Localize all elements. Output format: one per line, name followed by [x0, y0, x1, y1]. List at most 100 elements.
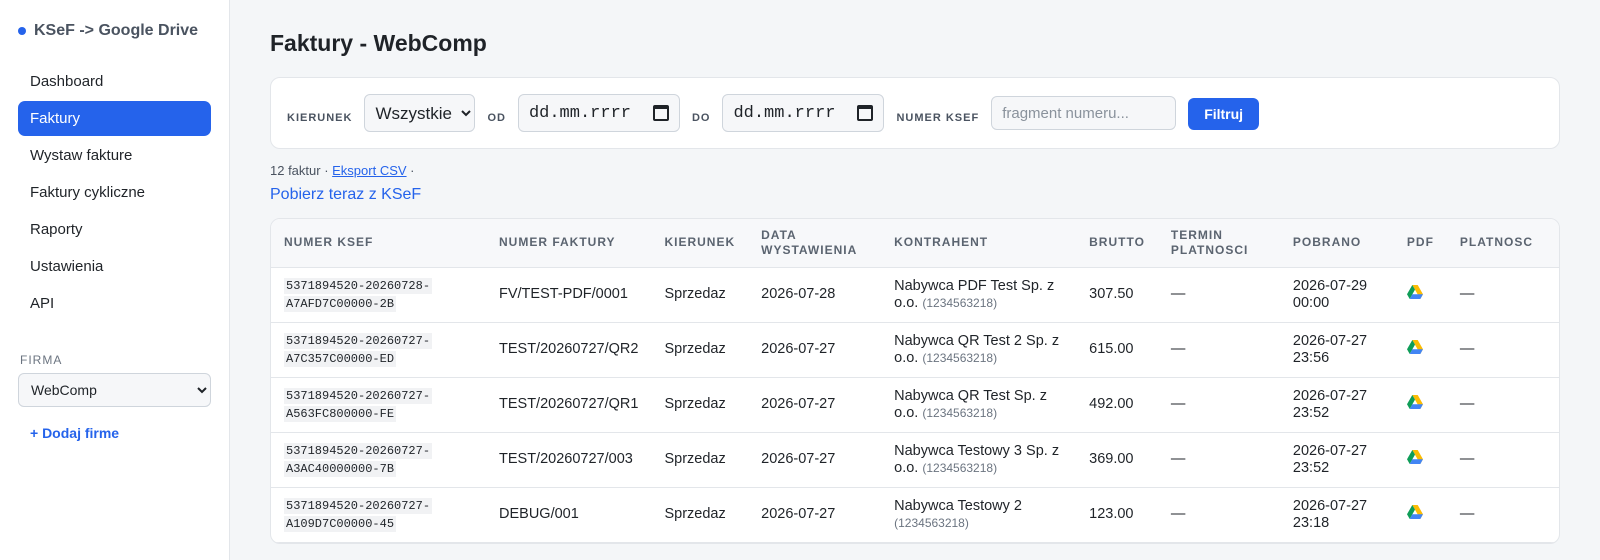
ksef-number-input[interactable]: [991, 96, 1177, 130]
fetched-time: 23:52: [1292, 459, 1330, 476]
google-drive-icon[interactable]: [1406, 285, 1423, 304]
payment-cell: —: [1446, 487, 1559, 543]
invoice-number-cell: FV/TEST-PDF/0001: [486, 267, 652, 323]
fetched-date: 2026-07-29: [1292, 277, 1368, 294]
invoice-number-cell: TEST/20260727/QR1: [486, 377, 652, 433]
ksef-number-a: 5371894520-20260727-: [284, 387, 433, 404]
column-header[interactable]: KIERUNEK: [651, 219, 749, 268]
table-row[interactable]: 5371894520-20260727- A109D7C00000-45 DEBU…: [271, 487, 1559, 543]
issue-date-cell: 2026-07-27: [748, 432, 882, 488]
pdf-cell: [1393, 487, 1447, 543]
invoice-number-cell: TEST/20260727/QR2: [486, 322, 652, 378]
invoice-number-cell: DEBUG/001: [486, 487, 652, 543]
google-drive-icon[interactable]: [1406, 450, 1423, 469]
column-header[interactable]: PDF: [1393, 219, 1447, 268]
ksef-number-a: 5371894520-20260728-: [284, 277, 433, 294]
direction-cell: Sprzedaz: [651, 322, 749, 378]
google-drive-icon[interactable]: [1406, 395, 1423, 414]
ksef-number-a: 5371894520-20260727-: [284, 332, 433, 349]
brand-title: KSeF -> Google Drive: [34, 22, 199, 39]
fetched-cell: 2026-07-27 23:56: [1279, 322, 1394, 378]
calendar-icon[interactable]: [652, 105, 669, 121]
brand-dot-icon: [18, 27, 26, 35]
ksef-number-b: A109D7C00000-45: [284, 515, 397, 532]
column-header[interactable]: POBRANO: [1279, 219, 1394, 268]
ksef-number-cell[interactable]: 5371894520-20260727- A109D7C00000-45: [271, 487, 486, 543]
ksef-number-cell[interactable]: 5371894520-20260727- A3AC40000000-7B: [271, 432, 486, 488]
gross-cell: 307.50: [1076, 267, 1158, 323]
fetched-time: 00:00: [1292, 294, 1330, 311]
column-header[interactable]: DATA WYSTAWIENIA: [748, 219, 882, 268]
export-csv-link[interactable]: Eksport CSV: [332, 163, 406, 178]
fetch-from-ksef-link[interactable]: Pobierz teraz z KSeF: [270, 186, 1560, 204]
table-row[interactable]: 5371894520-20260728- A7AFD7C00000-2B FV/T…: [271, 267, 1559, 323]
invoice-table: NUMER KSEF NUMER FAKTURY KIERUNEK DATA W…: [270, 218, 1560, 544]
fetched-date: 2026-07-27: [1292, 332, 1368, 349]
fetched-date: 2026-07-27: [1292, 387, 1368, 404]
payment-cell: —: [1446, 267, 1559, 323]
column-header[interactable]: BRUTTO: [1076, 219, 1158, 268]
contractor-cell: Nabywca Testowy 2 (1234563218): [881, 487, 1077, 543]
date-to-input[interactable]: dd.mm.rrrr: [722, 94, 885, 132]
calendar-icon[interactable]: [857, 105, 874, 121]
table-row[interactable]: 5371894520-20260727- A563FC800000-FE TEST…: [271, 377, 1559, 433]
due-date-cell: —: [1157, 377, 1280, 433]
column-header[interactable]: TERMIN PLATNOSCI: [1157, 219, 1280, 268]
issue-date-cell: 2026-07-28: [748, 267, 882, 323]
invoice-number-cell: TEST/20260727/003: [486, 432, 652, 488]
sidebar-item-raporty[interactable]: Raporty: [18, 212, 211, 247]
sidebar-item-wystaw-fakture[interactable]: Wystaw fakture: [18, 138, 211, 173]
date-from-input[interactable]: dd.mm.rrrr: [517, 94, 680, 132]
filter-bar: KIERUNEK Wszystkie OD dd.mm.rrrr DO dd.m…: [270, 77, 1560, 149]
gross-cell: 123.00: [1076, 487, 1158, 543]
contractor-nip: (1234563218): [922, 350, 998, 365]
ksef-number-b: A3AC40000000-7B: [284, 460, 397, 477]
contractor-nip: (1234563218): [922, 295, 998, 310]
gross-cell: 615.00: [1076, 322, 1158, 378]
direction-cell: Sprzedaz: [651, 432, 749, 488]
payment-cell: —: [1446, 432, 1559, 488]
fetched-cell: 2026-07-27 23:18: [1279, 487, 1394, 543]
direction-select[interactable]: Wszystkie: [364, 94, 476, 132]
ksef-number-cell[interactable]: 5371894520-20260727- A7C357C00000-ED: [271, 322, 486, 378]
fetched-time: 23:56: [1292, 349, 1330, 366]
sidebar-item-ustawienia[interactable]: Ustawienia: [18, 249, 211, 284]
contractor-cell: Nabywca QR Test Sp. z o.o. (1234563218): [881, 377, 1077, 433]
direction-cell: Sprzedaz: [651, 267, 749, 323]
results-summary: 12 faktur · Eksport CSV ·: [270, 163, 1560, 178]
ksef-number-label: NUMER KSEF: [896, 112, 980, 124]
date-to-value: dd.mm.rrrr: [733, 103, 836, 123]
column-header[interactable]: NUMER KSEF: [271, 219, 486, 268]
google-drive-icon[interactable]: [1406, 505, 1423, 524]
column-header[interactable]: NUMER FAKTURY: [486, 219, 652, 268]
contractor-cell: Nabywca QR Test 2 Sp. z o.o. (1234563218…: [881, 322, 1077, 378]
sidebar-item-faktury-cykliczne[interactable]: Faktury cykliczne: [18, 175, 211, 210]
date-from-label: OD: [487, 112, 506, 124]
issue-date-cell: 2026-07-27: [748, 377, 882, 433]
main-content: Faktury - WebComp KIERUNEK Wszystkie OD …: [230, 0, 1600, 560]
fetched-cell: 2026-07-29 00:00: [1279, 267, 1394, 323]
due-date-cell: —: [1157, 432, 1280, 488]
ksef-number-cell[interactable]: 5371894520-20260728- A7AFD7C00000-2B: [271, 267, 486, 323]
contractor-cell: Nabywca Testowy 3 Sp. z o.o. (1234563218…: [881, 432, 1077, 488]
summary-separator: ·: [406, 163, 415, 178]
date-from-value: dd.mm.rrrr: [528, 103, 631, 123]
google-drive-icon[interactable]: [1406, 340, 1423, 359]
table-row[interactable]: 5371894520-20260727- A7C357C00000-ED TEST…: [271, 322, 1559, 378]
firm-label: FIRMA: [20, 353, 63, 367]
table-row[interactable]: 5371894520-20260727- A3AC40000000-7B TEST…: [271, 432, 1559, 488]
ksef-number-a: 5371894520-20260727-: [284, 442, 433, 459]
sidebar-item-api[interactable]: API: [18, 286, 211, 321]
sidebar-item-faktury[interactable]: Faktury: [18, 101, 211, 136]
pdf-cell: [1393, 322, 1447, 378]
filter-button[interactable]: Filtruj: [1188, 98, 1260, 130]
brand[interactable]: KSeF -> Google Drive: [18, 22, 211, 40]
add-firm-link[interactable]: + Dodaj firme: [30, 425, 211, 441]
firm-select[interactable]: WebComp: [18, 373, 211, 407]
ksef-number-cell[interactable]: 5371894520-20260727- A563FC800000-FE: [271, 377, 486, 433]
ksef-number-b: A7AFD7C00000-2B: [284, 295, 397, 312]
sidebar-item-dashboard[interactable]: Dashboard: [18, 64, 211, 99]
sidebar-nav: Dashboard Faktury Wystaw fakture Faktury…: [18, 64, 211, 321]
column-header[interactable]: KONTRAHENT: [881, 219, 1077, 268]
column-header[interactable]: PLATNOSC: [1446, 219, 1559, 268]
